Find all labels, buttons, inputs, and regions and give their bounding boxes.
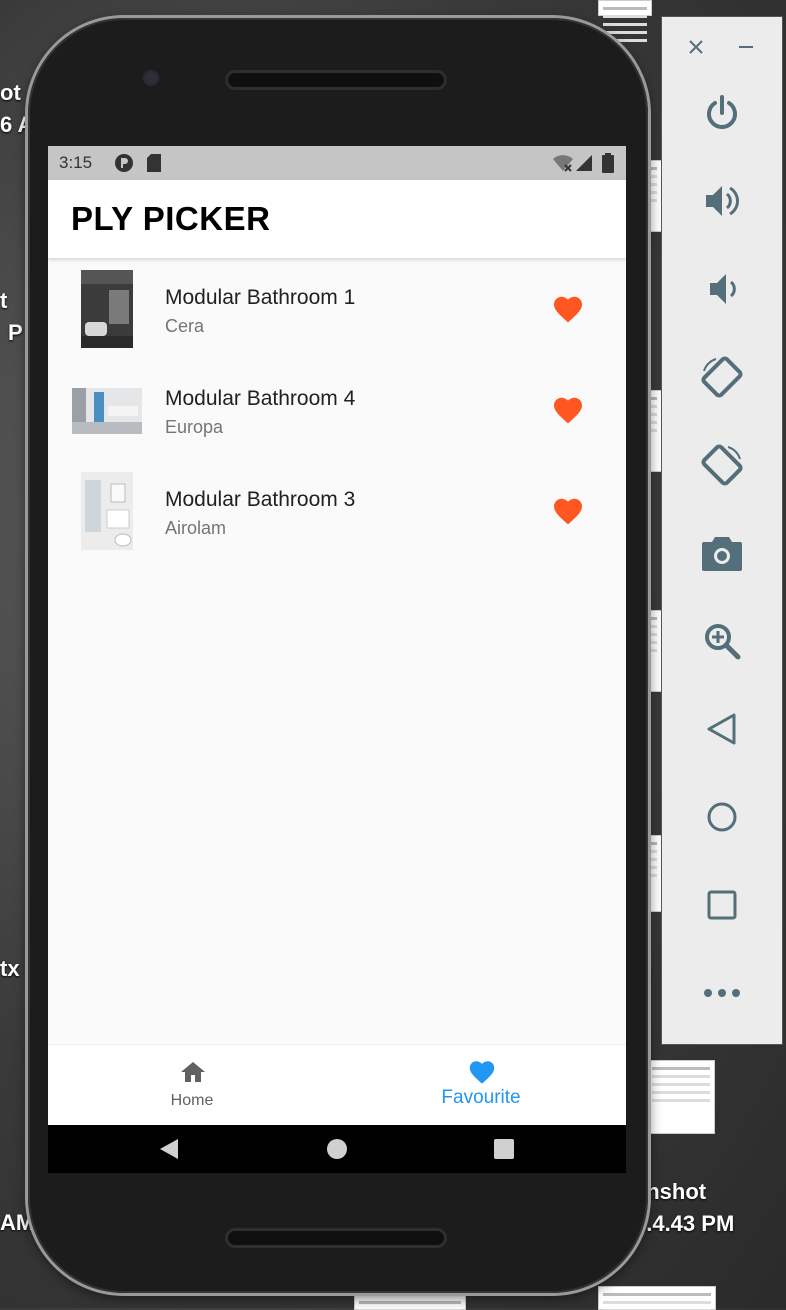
back-button[interactable]: [662, 699, 782, 759]
volume-down-icon: [710, 274, 736, 304]
sd-card-icon: [146, 153, 162, 178]
back-icon: [707, 713, 736, 745]
top-speaker: [225, 70, 447, 90]
heart-icon[interactable]: [552, 294, 584, 324]
desktop-file-thumbnail[interactable]: [598, 0, 652, 16]
recents-icon[interactable]: [493, 1138, 515, 1165]
list-item[interactable]: Modular Bathroom 4 Europa: [48, 359, 626, 460]
wifi-off-icon: [552, 153, 574, 178]
heart-icon: [468, 1059, 496, 1090]
desktop-label: P: [8, 320, 23, 345]
close-icon[interactable]: [686, 37, 706, 62]
overview-button[interactable]: [662, 875, 782, 935]
desktop-label: ...4.43 PM: [634, 1211, 735, 1236]
home-button[interactable]: [662, 787, 782, 847]
nav-label-favourite: Favourite: [441, 1087, 521, 1108]
phone-frame: 3:15 PLY PICKER Modular Bathroom 1 Cera …: [28, 18, 648, 1293]
product-thumbnail: [81, 472, 133, 550]
screenshot-button[interactable]: [662, 523, 782, 583]
desktop-file-thumbnail[interactable]: [598, 1286, 716, 1310]
product-brand: Airolam: [165, 518, 227, 538]
app-notification-icon: [114, 153, 134, 178]
product-name: Modular Bathroom 1: [165, 286, 356, 309]
bottom-speaker: [225, 1228, 447, 1248]
camera-icon: [702, 537, 742, 571]
system-navigation-bar: [48, 1125, 626, 1173]
emulator-toolbar: [661, 16, 783, 1045]
zoom-icon: [705, 624, 741, 660]
app-bar: PLY PICKER: [48, 180, 626, 258]
favourites-list: Modular Bathroom 1 Cera Modular Bathroom…: [48, 258, 626, 561]
phone-screen: 3:15 PLY PICKER Modular Bathroom 1 Cera …: [48, 146, 626, 1173]
volume-up-icon: [706, 186, 740, 216]
nav-label-home: Home: [170, 1092, 214, 1109]
page-title: PLY PICKER: [71, 200, 271, 237]
product-brand: Cera: [165, 316, 205, 336]
desktop-file-thumbnail[interactable]: [647, 1060, 715, 1134]
power-button[interactable]: [662, 83, 782, 143]
bottom-navigation: Home Favourite: [48, 1044, 626, 1125]
rotate-right-icon: [701, 444, 743, 486]
product-thumbnail: [81, 270, 133, 348]
zoom-button[interactable]: [662, 611, 782, 671]
overview-icon: [707, 890, 737, 920]
back-icon[interactable]: [158, 1138, 180, 1165]
desktop-label: ot: [0, 80, 21, 105]
power-icon: [707, 95, 737, 129]
status-bar: 3:15: [48, 146, 626, 180]
product-name: Modular Bathroom 4: [165, 387, 356, 410]
nav-item-favourite[interactable]: Favourite: [410, 1045, 552, 1125]
home-circle-icon[interactable]: [326, 1138, 348, 1165]
status-time: 3:15: [59, 153, 93, 172]
nav-item-home[interactable]: Home: [122, 1045, 262, 1125]
volume-down-button[interactable]: [662, 259, 782, 319]
product-name: Modular Bathroom 3: [165, 488, 356, 511]
more-icon: [704, 989, 740, 997]
heart-icon[interactable]: [552, 395, 584, 425]
list-item[interactable]: Modular Bathroom 3 Airolam: [48, 460, 626, 561]
minimize-icon[interactable]: [736, 37, 756, 62]
product-brand: Europa: [165, 417, 224, 437]
heart-icon[interactable]: [552, 496, 584, 526]
home-icon: [180, 1061, 206, 1088]
desktop-label: t: [0, 288, 8, 313]
cell-signal-icon: [574, 153, 594, 178]
product-thumbnail: [72, 388, 142, 434]
desktop-label: tx: [0, 956, 20, 981]
list-item[interactable]: Modular Bathroom 1 Cera: [48, 258, 626, 359]
rotate-left-button[interactable]: [662, 347, 782, 407]
rotate-left-icon: [701, 356, 743, 398]
front-camera: [141, 68, 161, 88]
more-button[interactable]: [662, 963, 782, 1023]
rotate-right-button[interactable]: [662, 435, 782, 495]
volume-up-button[interactable]: [662, 171, 782, 231]
home-circle-icon: [707, 802, 737, 832]
battery-icon: [602, 153, 614, 178]
